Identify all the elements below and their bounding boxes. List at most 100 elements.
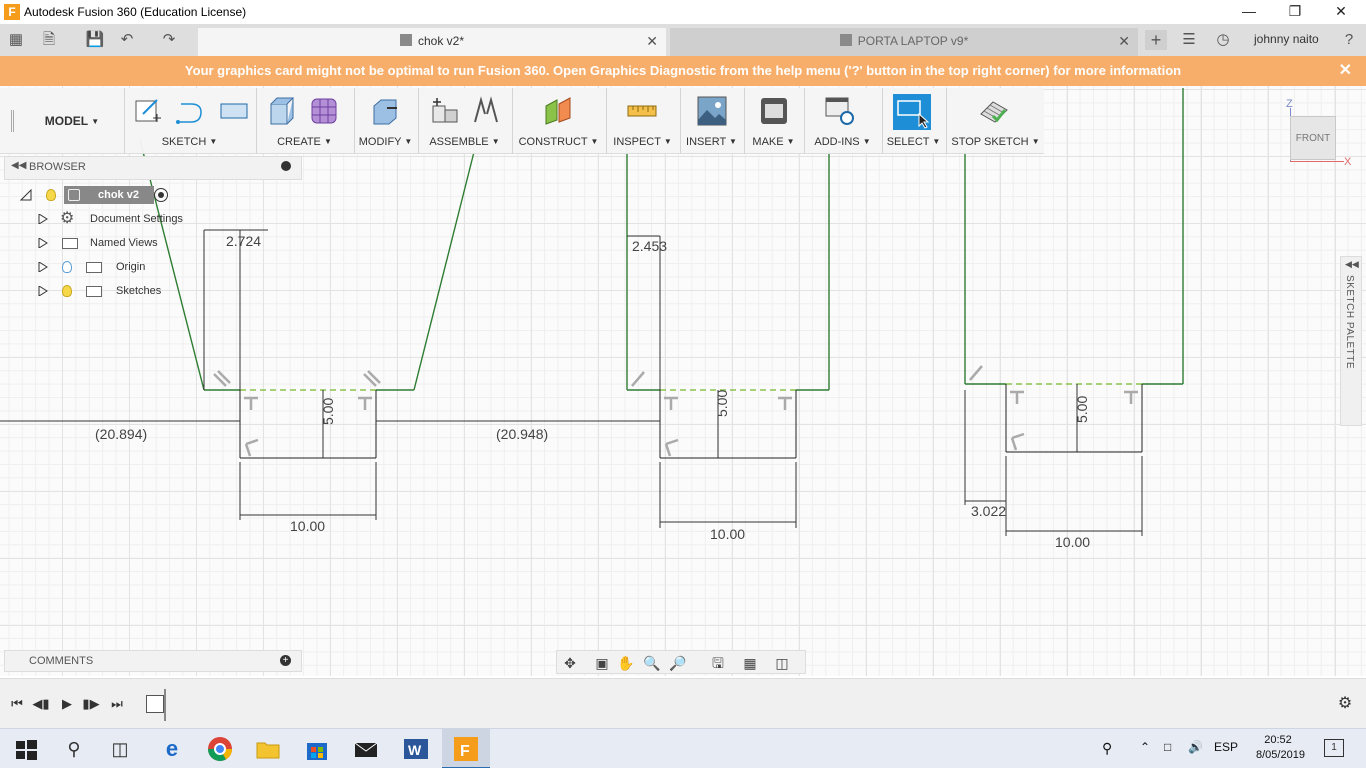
3d-print-icon[interactable] — [759, 96, 789, 126]
group-stop-sketch[interactable]: STOP SKETCH ▼ — [946, 88, 1044, 154]
search-icon[interactable]: ⚲ — [60, 735, 88, 763]
volume-icon[interactable]: 🔊 — [1188, 740, 1203, 754]
file-explorer-icon[interactable] — [254, 735, 282, 763]
restore-button[interactable]: ❐ — [1272, 0, 1318, 24]
people-icon[interactable]: ⚲ — [1102, 740, 1112, 757]
expand-palette-icon[interactable]: ◀◀ — [1345, 259, 1359, 270]
minimize-button[interactable]: — — [1226, 0, 1272, 24]
history-clock-icon[interactable]: ◷ — [1212, 30, 1234, 50]
close-button[interactable]: ✕ — [1318, 0, 1364, 24]
scripts-addins-icon[interactable] — [825, 96, 855, 126]
redo-icon[interactable]: ↷ — [158, 30, 180, 50]
viewports-icon[interactable]: ◫ — [773, 654, 791, 672]
orbit-icon[interactable]: ✥ — [561, 654, 579, 672]
browser-item-named-views[interactable]: Named Views — [0, 232, 300, 254]
banner-close-icon[interactable]: ✕ — [1339, 56, 1352, 85]
data-panel-grid-icon[interactable]: ▦ — [5, 30, 27, 50]
browser-panel-header[interactable]: ◀◀ BROWSER — [4, 156, 302, 180]
fusion-taskbar-button[interactable]: F — [442, 729, 490, 768]
group-sketch[interactable]: SKETCH ▼ — [124, 88, 254, 154]
play-icon[interactable]: ▶ — [58, 695, 76, 713]
browser-item-sketches[interactable]: Sketches — [0, 280, 300, 302]
group-make[interactable]: MAKE ▼ — [744, 88, 802, 154]
save-icon[interactable]: 💾 — [84, 30, 106, 50]
help-icon[interactable]: ? — [1338, 30, 1360, 50]
tab-close-icon[interactable]: ✕ — [646, 28, 658, 54]
sketch-palette[interactable]: ◀◀ SKETCH PALETTE — [1340, 256, 1362, 426]
expand-triangle-icon[interactable] — [38, 214, 48, 224]
language-indicator[interactable]: ESP — [1214, 740, 1238, 754]
collapse-triangle-icon[interactable] — [20, 189, 32, 201]
file-menu-icon[interactable]: 🗎 — [38, 30, 60, 50]
job-status-icon[interactable]: ☰ — [1178, 30, 1200, 50]
zoom-icon[interactable]: 🔍 — [643, 654, 661, 672]
line-icon[interactable] — [175, 96, 205, 126]
visibility-bulb-icon[interactable] — [62, 285, 72, 297]
new-tab-plus-icon[interactable]: + — [1145, 30, 1167, 50]
look-at-icon[interactable]: ▣ — [593, 654, 611, 672]
word-icon[interactable]: W — [402, 735, 430, 763]
tab-porta-laptop[interactable]: PORTA LAPTOP v9* ✕ — [670, 28, 1138, 56]
timeline-sketch-feature[interactable] — [146, 695, 164, 713]
notification-center-icon[interactable]: 1 — [1324, 739, 1344, 757]
extrude-icon[interactable] — [267, 96, 297, 126]
workspace-switcher[interactable]: MODEL ▼ — [22, 114, 122, 128]
go-to-end-icon[interactable]: ⏭ — [108, 695, 126, 713]
minimize-panel-icon[interactable] — [281, 161, 291, 171]
group-select[interactable]: SELECT ▼ — [882, 88, 944, 154]
network-icon[interactable]: □ — [1164, 740, 1171, 754]
tab-chok-v2[interactable]: chok v2* ✕ — [198, 28, 666, 56]
group-insert[interactable]: INSERT ▼ — [680, 88, 742, 154]
form-icon[interactable] — [309, 96, 339, 126]
fit-icon[interactable]: 🔎 — [669, 654, 687, 672]
timeline-marker[interactable] — [164, 689, 166, 721]
system-clock[interactable]: 20:52 8/05/2019 — [1256, 733, 1305, 763]
user-account[interactable]: johnny naito — [1254, 32, 1319, 46]
windows-start-icon[interactable] — [12, 735, 40, 763]
toolbar-grip[interactable] — [11, 110, 14, 132]
press-pull-icon[interactable] — [369, 96, 399, 126]
go-to-start-icon[interactable]: ⏮ — [8, 695, 26, 713]
add-comment-icon[interactable]: + — [280, 655, 291, 666]
edge-browser-icon[interactable]: e — [158, 735, 186, 763]
expand-triangle-icon[interactable] — [38, 238, 48, 248]
group-inspect[interactable]: INSPECT ▼ — [606, 88, 678, 154]
show-hidden-icons[interactable]: ⌃ — [1140, 740, 1150, 754]
expand-triangle-icon[interactable] — [38, 262, 48, 272]
step-back-icon[interactable]: ◀▮ — [32, 695, 50, 713]
view-cube[interactable]: Z X FRONT — [1282, 98, 1352, 170]
group-assemble[interactable]: ASSEMBLE ▼ — [418, 88, 510, 154]
timeline-settings-gear-icon[interactable]: ⚙ — [1336, 695, 1354, 713]
create-sketch-icon[interactable] — [133, 96, 163, 126]
expand-triangle-icon[interactable] — [38, 286, 48, 296]
select-window-icon[interactable] — [893, 94, 931, 130]
measure-icon[interactable] — [627, 96, 657, 126]
visibility-bulb-icon[interactable] — [62, 261, 72, 273]
step-forward-icon[interactable]: ▮▶ — [82, 695, 100, 713]
group-add-ins[interactable]: ADD-INS ▼ — [804, 88, 880, 154]
store-icon[interactable] — [303, 735, 331, 763]
joint-icon[interactable] — [471, 96, 501, 126]
browser-item-document-settings[interactable]: ⚙ Document Settings — [0, 208, 300, 230]
stop-sketch-icon[interactable] — [979, 96, 1009, 126]
task-view-icon[interactable]: ◫ — [106, 735, 134, 763]
group-modify[interactable]: MODIFY ▼ — [354, 88, 416, 154]
tab-close-icon[interactable]: ✕ — [1118, 28, 1130, 54]
grid-settings-icon[interactable]: ▦ — [741, 654, 759, 672]
insert-image-icon[interactable] — [697, 96, 727, 126]
group-create[interactable]: CREATE ▼ — [256, 88, 352, 154]
new-component-icon[interactable] — [429, 96, 459, 126]
undo-icon[interactable]: ↶ — [116, 30, 138, 50]
chrome-icon[interactable] — [206, 735, 234, 763]
visibility-bulb-icon[interactable] — [46, 189, 56, 201]
pan-hand-icon[interactable]: ✋ — [617, 654, 635, 672]
group-construct[interactable]: CONSTRUCT ▼ — [512, 88, 604, 154]
collapse-panel-icon[interactable]: ◀◀ — [11, 160, 26, 171]
comments-panel[interactable]: COMMENTS + — [4, 650, 302, 672]
cube-face-front[interactable]: FRONT — [1290, 116, 1336, 160]
offset-plane-icon[interactable] — [543, 96, 573, 126]
rectangle-icon[interactable] — [219, 96, 249, 126]
mail-icon[interactable] — [352, 735, 380, 763]
root-component[interactable]: chok v2 — [64, 186, 154, 204]
browser-item-origin[interactable]: Origin — [0, 256, 300, 278]
